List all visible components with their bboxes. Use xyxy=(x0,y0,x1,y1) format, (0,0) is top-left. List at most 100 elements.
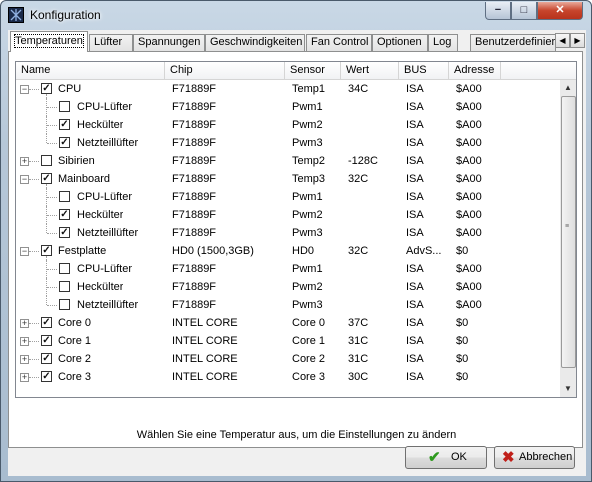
cell-sensor: Pwm1 xyxy=(292,101,323,113)
tab-fan-control[interactable]: Fan Control xyxy=(306,34,372,51)
cell-wert: -128C xyxy=(348,155,378,167)
expand-icon[interactable]: + xyxy=(20,373,29,382)
cell-wert: 31C xyxy=(348,353,369,365)
tree-connector xyxy=(47,143,57,144)
collapse-icon[interactable]: − xyxy=(20,247,29,256)
close-button[interactable]: ✕ xyxy=(537,2,583,20)
expand-icon[interactable]: + xyxy=(20,337,29,346)
cell-name: Netzteillüfter xyxy=(77,299,139,311)
row-checkbox[interactable] xyxy=(59,299,70,310)
tab-temperaturen[interactable]: Temperaturen xyxy=(10,31,88,52)
row-checkbox[interactable] xyxy=(59,263,70,274)
cell-name: CPU-Lüfter xyxy=(77,263,133,275)
column-adresse[interactable]: Adresse xyxy=(449,62,501,79)
cell-adresse: $A00 xyxy=(456,227,482,239)
cell-name: CPU xyxy=(58,83,82,95)
tab-luefter[interactable]: Lüfter xyxy=(89,34,133,51)
row-checkbox[interactable] xyxy=(41,155,52,166)
cell-bus: ISA xyxy=(406,191,424,203)
collapse-icon[interactable]: − xyxy=(20,85,29,94)
row-checkbox[interactable]: ✓ xyxy=(41,83,52,94)
table-row[interactable]: ✓ Heckülter F71889F Pwm2 ISA $A00 xyxy=(16,206,560,224)
scroll-up-button[interactable]: ▲ xyxy=(560,80,576,96)
tab-geschwindigkeiten[interactable]: Geschwindigkeiten xyxy=(205,34,305,51)
row-checkbox[interactable] xyxy=(59,281,70,292)
table-row[interactable]: − ✓ CPU F71889F Temp1 34C ISA $A00 xyxy=(16,80,560,98)
row-checkbox[interactable]: ✓ xyxy=(59,137,70,148)
cell-bus: ISA xyxy=(406,263,424,275)
cell-chip: F71889F xyxy=(172,101,217,113)
column-sensor[interactable]: Sensor xyxy=(285,62,341,79)
minimize-button[interactable]: − xyxy=(485,2,511,20)
row-checkbox[interactable] xyxy=(59,101,70,112)
title-bar[interactable]: Konfiguration − □ ✕ xyxy=(1,1,591,29)
row-checkbox[interactable]: ✓ xyxy=(59,227,70,238)
ok-label: OK xyxy=(451,451,467,463)
row-checkbox[interactable]: ✓ xyxy=(59,209,70,220)
row-checkbox[interactable]: ✓ xyxy=(41,353,52,364)
column-wert[interactable]: Wert xyxy=(341,62,399,79)
tab-optionen[interactable]: Optionen xyxy=(372,34,428,51)
tab-spannungen[interactable]: Spannungen xyxy=(133,34,205,51)
cell-adresse: $0 xyxy=(456,353,469,365)
tree-connector xyxy=(29,179,39,180)
tree-connector xyxy=(47,125,57,126)
cell-adresse: $A00 xyxy=(456,173,482,185)
cancel-button[interactable]: ✖ Abbrechen xyxy=(494,446,575,469)
tree-connector xyxy=(46,224,47,233)
row-checkbox[interactable]: ✓ xyxy=(41,173,52,184)
maximize-button[interactable]: □ xyxy=(511,2,537,20)
tree-connector xyxy=(47,287,57,288)
table-row[interactable]: CPU-Lüfter F71889F Pwm1 ISA $A00 xyxy=(16,260,560,278)
cell-name: CPU-Lüfter xyxy=(77,101,133,113)
sensor-tree-list[interactable]: Name Chip Sensor Wert BUS Adresse − ✓ CPU F… xyxy=(15,61,577,398)
table-row[interactable]: CPU-Lüfter F71889F Pwm1 ISA $A00 xyxy=(16,98,560,116)
collapse-icon[interactable]: − xyxy=(20,175,29,184)
table-row[interactable]: CPU-Lüfter F71889F Pwm1 ISA $A00 xyxy=(16,188,560,206)
cell-bus: ISA xyxy=(406,353,424,365)
row-checkbox[interactable] xyxy=(59,191,70,202)
table-row[interactable]: + ✓ Core 0 INTEL CORE Core 0 37C ISA $0 xyxy=(16,314,560,332)
tab-scroll-right-button[interactable]: ▶ xyxy=(570,33,585,48)
tab-benutzerdefiniert[interactable]: Benutzerdefinier xyxy=(470,34,556,51)
column-header: Name Chip Sensor Wert BUS Adresse xyxy=(16,62,576,80)
table-row[interactable]: − ✓ Festplatte HD0 (1500,3GB) HD0 32C AdvS... $… xyxy=(16,242,560,260)
tree-connector xyxy=(29,251,39,252)
table-row[interactable]: Netzteillüfter F71889F Pwm3 ISA $A00 xyxy=(16,296,560,314)
cell-sensor: Core 0 xyxy=(292,317,326,329)
column-bus[interactable]: BUS xyxy=(399,62,449,79)
cell-name: Mainboard xyxy=(58,173,110,185)
table-row[interactable]: ✓ Netzteillüfter F71889F Pwm3 ISA $A00 xyxy=(16,224,560,242)
table-row[interactable]: ✓ Heckülter F71889F Pwm2 ISA $A00 xyxy=(16,116,560,134)
expand-icon[interactable]: + xyxy=(20,157,29,166)
tab-scroll-left-button[interactable]: ◀ xyxy=(555,33,570,48)
cell-sensor: Temp2 xyxy=(292,155,326,167)
table-row[interactable]: Heckülter F71889F Pwm2 ISA $A00 xyxy=(16,278,560,296)
table-row[interactable]: + ✓ Core 3 INTEL CORE Core 3 30C ISA $0 xyxy=(16,368,560,386)
row-checkbox[interactable]: ✓ xyxy=(41,335,52,346)
ok-button[interactable]: ✔ OK xyxy=(405,446,487,469)
expand-icon[interactable]: + xyxy=(20,319,29,328)
scroll-down-button[interactable]: ▼ xyxy=(560,381,576,397)
row-checkbox[interactable]: ✓ xyxy=(41,317,52,328)
cell-sensor: Core 1 xyxy=(292,335,326,347)
table-row[interactable]: ✓ Netzteillüfter F71889F Pwm3 ISA $A00 xyxy=(16,134,560,152)
table-row[interactable]: + Sibirien F71889F Temp2 -128C ISA $A00 xyxy=(16,152,560,170)
tab-log[interactable]: Log xyxy=(428,34,458,51)
cell-adresse: $A00 xyxy=(456,299,482,311)
table-row[interactable]: + ✓ Core 1 INTEL CORE Core 1 31C ISA $0 xyxy=(16,332,560,350)
row-checkbox[interactable]: ✓ xyxy=(41,245,52,256)
cell-name: Heckülter xyxy=(77,119,124,131)
column-chip[interactable]: Chip xyxy=(165,62,285,79)
scroll-thumb[interactable]: ≡ xyxy=(561,96,576,368)
expand-icon[interactable]: + xyxy=(20,355,29,364)
table-row[interactable]: − ✓ Mainboard F71889F Temp3 32C ISA $A00 xyxy=(16,170,560,188)
row-checkbox[interactable]: ✓ xyxy=(41,371,52,382)
tree-connector xyxy=(29,359,39,360)
tree-connector xyxy=(46,134,47,143)
vertical-scrollbar[interactable]: ▲ ≡ ▼ xyxy=(560,80,576,397)
column-name[interactable]: Name xyxy=(16,62,165,79)
row-checkbox[interactable]: ✓ xyxy=(59,119,70,130)
table-row[interactable]: + ✓ Core 2 INTEL CORE Core 2 31C ISA $0 xyxy=(16,350,560,368)
tree-connector xyxy=(29,323,39,324)
